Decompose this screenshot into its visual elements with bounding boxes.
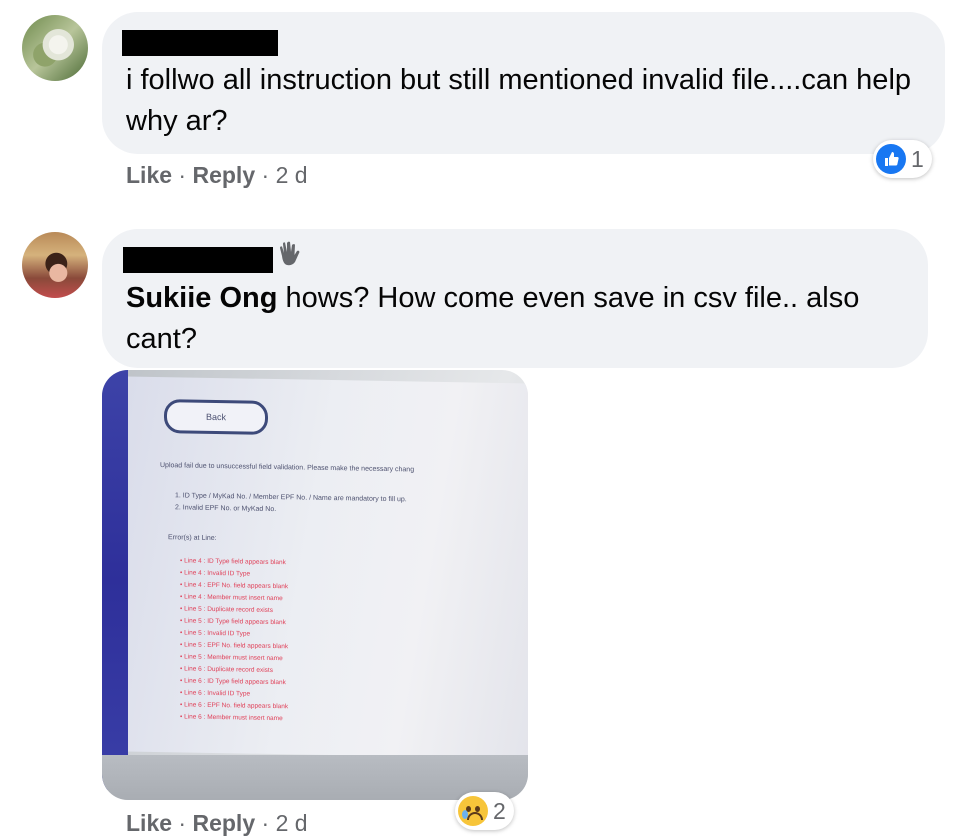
error-line: • Line 6 : Member must insert name [180,713,283,723]
comment-text: Sukiie Ong hows? How come even save in c… [126,282,860,355]
comment-text: i follwo all instruction but still menti… [126,64,912,137]
comment-actions: Like · Reply · 2 d [126,810,308,836]
monitor-edge [102,370,128,790]
reaction-count: 1 [911,145,924,172]
reply-link[interactable]: Reply [192,162,255,188]
comment-actions: Like · Reply · 2 d [126,162,308,188]
mention-link[interactable]: Sukiie Ong [126,282,277,314]
comment-time[interactable]: 2 d [276,162,308,188]
thumbs-up-icon [876,144,906,174]
reaction-summary[interactable]: 2 [455,792,514,830]
reaction-summary[interactable]: 1 [873,140,932,178]
wave-hand-icon [276,240,302,276]
attached-photo[interactable]: Back Upload fail due to unsuccessful fie… [102,370,528,800]
like-link[interactable]: Like [126,810,172,836]
commenter-avatar[interactable] [22,15,88,81]
commenter-avatar[interactable] [22,232,88,298]
redacted-name [123,247,273,273]
photo-screen: Back Upload fail due to unsuccessful fie… [120,376,528,759]
reaction-count: 2 [493,797,506,824]
like-link[interactable]: Like [126,162,172,188]
redacted-name [122,30,278,56]
reply-link[interactable]: Reply [192,810,255,836]
back-button: Back [164,399,268,435]
comment-time[interactable]: 2 d [276,810,308,836]
sad-face-icon [458,796,488,826]
